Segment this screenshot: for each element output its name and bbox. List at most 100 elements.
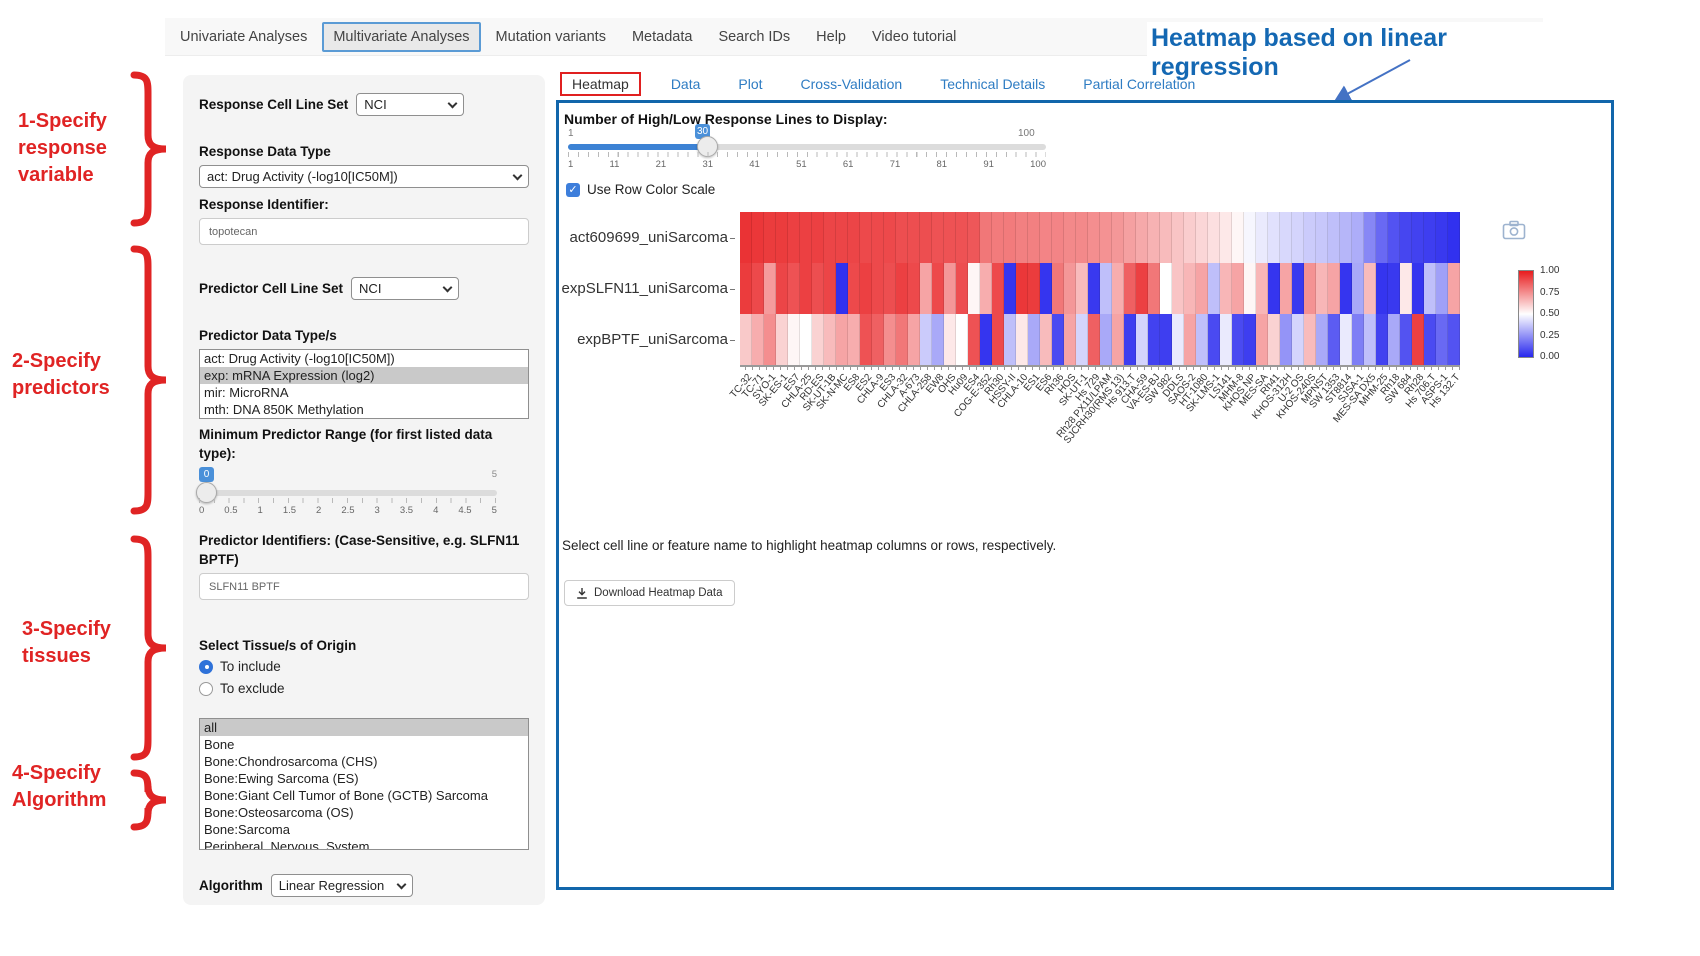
heatmap-cell[interactable]	[1376, 212, 1388, 263]
heatmap-cell[interactable]	[1304, 212, 1316, 263]
heatmap-cell[interactable]	[968, 212, 980, 263]
heatmap-cell[interactable]	[1016, 314, 1028, 365]
heatmap-cell[interactable]	[1364, 212, 1376, 263]
heatmap-cell[interactable]	[992, 314, 1004, 365]
heatmap-cell[interactable]	[896, 263, 908, 314]
heatmap-cell[interactable]	[1088, 212, 1100, 263]
heatmap-cell[interactable]	[1208, 212, 1220, 263]
nav-tab-help[interactable]: Help	[805, 22, 857, 52]
heatmap-cell[interactable]	[860, 212, 872, 263]
heatmap-cell[interactable]	[1148, 212, 1160, 263]
heatmap-cell[interactable]	[1016, 212, 1028, 263]
heatmap-cell[interactable]	[896, 212, 908, 263]
option-bone-sarcoma[interactable]: Bone:Sarcoma	[200, 821, 528, 838]
heatmap-cell[interactable]	[1220, 212, 1232, 263]
heatmap-cell[interactable]	[1280, 263, 1292, 314]
heatmap-cell[interactable]	[1424, 263, 1436, 314]
predictor-cell-line-set-select[interactable]: NCI	[351, 277, 459, 300]
heatmap-cell[interactable]	[1004, 212, 1016, 263]
heatmap-cell[interactable]	[1064, 212, 1076, 263]
heatmap-cell[interactable]	[1376, 263, 1388, 314]
heatmap-cell[interactable]	[860, 263, 872, 314]
heatmap-cell[interactable]	[908, 314, 920, 365]
heatmap-cell[interactable]	[1172, 314, 1184, 365]
heatmap-cell[interactable]	[1436, 263, 1448, 314]
tab-plot[interactable]: Plot	[730, 72, 770, 96]
heatmap-cell[interactable]	[848, 314, 860, 365]
exclude-radio[interactable]	[199, 682, 213, 696]
heatmap-cell[interactable]	[992, 212, 1004, 263]
heatmap-cell[interactable]	[1112, 212, 1124, 263]
heatmap-cell[interactable]	[1292, 263, 1304, 314]
heatmap-cell[interactable]	[1172, 212, 1184, 263]
heatmap-cell[interactable]	[1304, 263, 1316, 314]
heatmap-cell[interactable]	[776, 212, 788, 263]
heatmap-cell[interactable]	[1256, 314, 1268, 365]
heatmap-cell[interactable]	[1100, 314, 1112, 365]
heatmap-cell[interactable]	[932, 212, 944, 263]
heatmap-cell[interactable]	[1400, 314, 1412, 365]
option-mth-dna-850k-methylation[interactable]: mth: DNA 850K Methylation	[200, 401, 528, 418]
heatmap-cell[interactable]	[1328, 212, 1340, 263]
heatmap-cell[interactable]	[1148, 314, 1160, 365]
heatmap-cell[interactable]	[764, 263, 776, 314]
heatmap-cell[interactable]	[944, 212, 956, 263]
heatmap-cell[interactable]	[1412, 212, 1424, 263]
heatmap-cell[interactable]	[752, 212, 764, 263]
tab-heatmap[interactable]: Heatmap	[560, 72, 641, 96]
heatmap-cell[interactable]	[1028, 263, 1040, 314]
heatmap-cell[interactable]	[1268, 212, 1280, 263]
tab-partial-correlation[interactable]: Partial Correlation	[1075, 72, 1203, 96]
heatmap-cell[interactable]	[1052, 263, 1064, 314]
heatmap-cell[interactable]	[788, 212, 800, 263]
heatmap-cell[interactable]	[1040, 212, 1052, 263]
heatmap-cell[interactable]	[812, 314, 824, 365]
heatmap-cell[interactable]	[800, 212, 812, 263]
heatmap-cell[interactable]	[872, 263, 884, 314]
heatmap-cell[interactable]	[932, 263, 944, 314]
heatmap-cell[interactable]	[1292, 314, 1304, 365]
heatmap-cell[interactable]	[848, 263, 860, 314]
heatmap-cell[interactable]	[1100, 212, 1112, 263]
heatmap-cell[interactable]	[980, 212, 992, 263]
heatmap-cell[interactable]	[968, 263, 980, 314]
heatmap-cell[interactable]	[752, 314, 764, 365]
heatmap-cell[interactable]	[1232, 263, 1244, 314]
heatmap-cell[interactable]	[1136, 212, 1148, 263]
heatmap-cell[interactable]	[1244, 212, 1256, 263]
heatmap-cell[interactable]	[1352, 263, 1364, 314]
heatmap-cell[interactable]	[932, 314, 944, 365]
row-color-scale-row[interactable]: ✓ Use Row Color Scale	[566, 182, 715, 197]
heatmap-cell[interactable]	[740, 314, 752, 365]
slider-track[interactable]	[199, 490, 497, 496]
heatmap-cell[interactable]	[872, 314, 884, 365]
heatmap-cell[interactable]	[1124, 212, 1136, 263]
heatmap-cell[interactable]	[836, 314, 848, 365]
heatmap-cell[interactable]	[1436, 314, 1448, 365]
heatmap-cell[interactable]	[740, 263, 752, 314]
heatmap-cell[interactable]	[1124, 314, 1136, 365]
tab-cross-validation[interactable]: Cross-Validation	[793, 72, 911, 96]
nav-tab-video-tutorial[interactable]: Video tutorial	[861, 22, 967, 52]
response-identifier-input[interactable]	[199, 218, 529, 245]
heatmap-cell[interactable]	[1400, 263, 1412, 314]
heatmap-cell[interactable]	[884, 314, 896, 365]
heatmap-cell[interactable]	[836, 212, 848, 263]
heatmap-cell[interactable]	[1196, 212, 1208, 263]
min-predictor-range-slider[interactable]: 0 5 00.511.522.533.544.55	[199, 467, 497, 527]
heatmap-cell[interactable]	[1316, 314, 1328, 365]
heatmap-cell[interactable]	[920, 314, 932, 365]
heatmap-cell[interactable]	[1052, 212, 1064, 263]
heatmap-cell[interactable]	[1412, 314, 1424, 365]
heatmap-cell[interactable]	[944, 263, 956, 314]
nav-tab-multivariate-analyses[interactable]: Multivariate Analyses	[322, 22, 480, 52]
heatmap-cell[interactable]	[968, 314, 980, 365]
heatmap-cell[interactable]	[1112, 314, 1124, 365]
heatmap-cell[interactable]	[1340, 212, 1352, 263]
heatmap-cell[interactable]	[1256, 212, 1268, 263]
heatmap-cell[interactable]	[1352, 314, 1364, 365]
heatmap-cell[interactable]	[1040, 263, 1052, 314]
option-all[interactable]: all	[200, 719, 528, 736]
heatmap-cell[interactable]	[908, 263, 920, 314]
heatmap-cell[interactable]	[956, 263, 968, 314]
